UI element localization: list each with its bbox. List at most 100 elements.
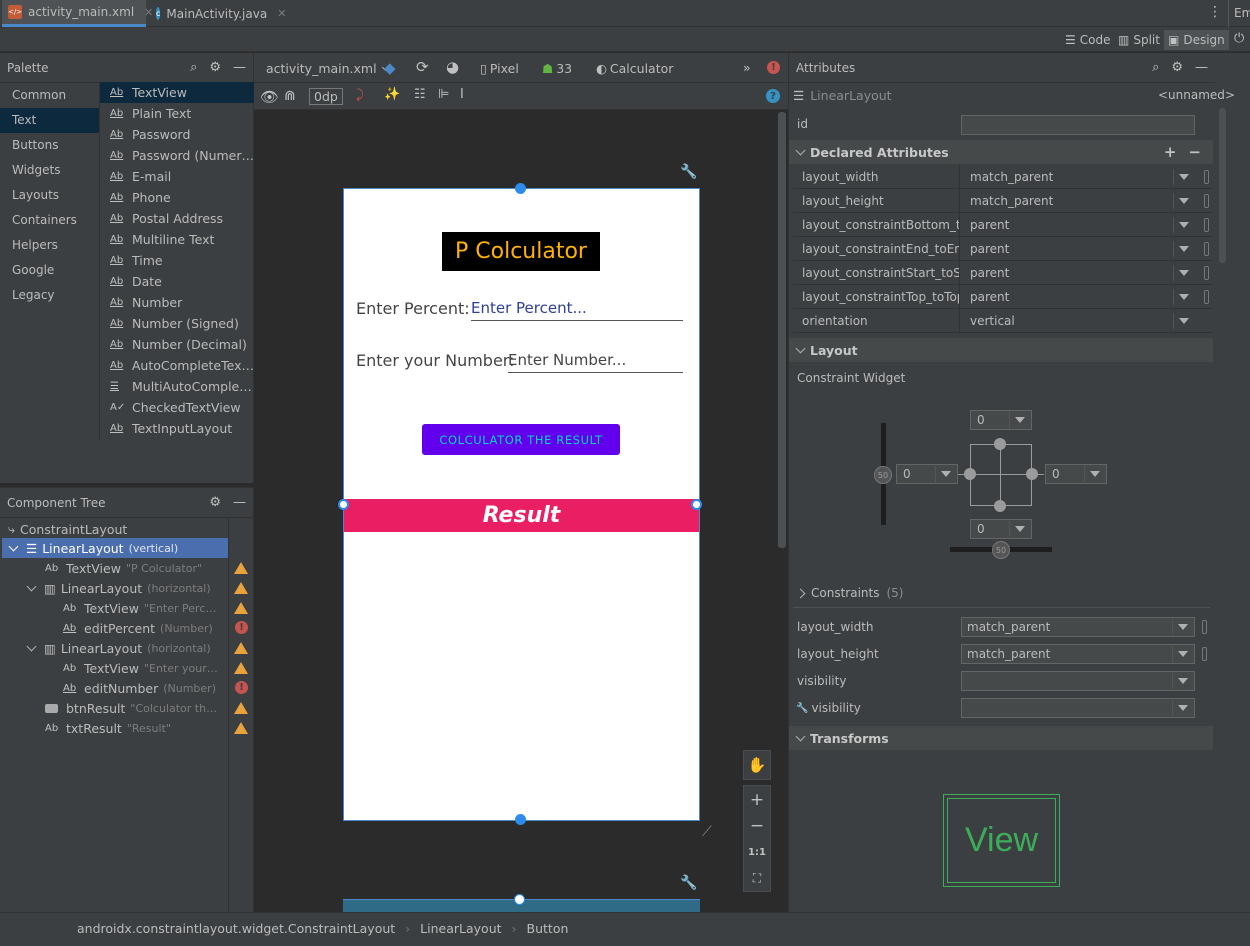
chevron-down-icon[interactable] <box>1172 646 1192 662</box>
attributes-scrollbar[interactable] <box>1219 108 1226 263</box>
minimize-icon[interactable]: — <box>233 60 246 75</box>
palette-item[interactable]: ☰ MultiAutoComple… <box>100 376 254 397</box>
canvas-scrollbar[interactable] <box>778 112 786 548</box>
layout-section[interactable]: Layout <box>789 338 1213 362</box>
guidelines-icon[interactable]: I <box>460 87 464 102</box>
chevron-down-icon[interactable] <box>1009 412 1029 428</box>
chevron-down-icon[interactable] <box>1172 673 1192 689</box>
percent-input[interactable]: Enter Percent... <box>471 299 683 321</box>
tree-row-textview-title[interactable]: Ab TextView "P Colculator" <box>45 558 254 578</box>
chevron-down-icon[interactable] <box>1173 240 1193 257</box>
night-mode-icon[interactable]: ◕ <box>446 58 459 76</box>
chevron-down-icon[interactable] <box>1172 619 1192 635</box>
margin-top-input[interactable]: 0 <box>970 410 1032 430</box>
palette-category[interactable]: Containers <box>0 208 99 233</box>
attr-value[interactable]: vertical <box>959 308 1213 333</box>
tree-row-edit-number[interactable]: Ab editNumber (Number) ! <box>63 678 254 698</box>
tools-visibility-select[interactable] <box>961 698 1195 718</box>
help-icon[interactable]: ? <box>766 89 780 103</box>
tree-row-linearlayout-h2[interactable]: ▥ LinearLayout (horizontal) <box>26 638 254 658</box>
power-icon[interactable]: ⏻ <box>1234 31 1244 46</box>
gear-icon[interactable]: ⚙ <box>209 495 221 510</box>
palette-item[interactable]: Ab Number (Signed) <box>100 313 254 334</box>
margin-bottom-input[interactable]: 0 <box>970 519 1032 539</box>
palette-item[interactable]: Ab Number (Decimal) <box>100 334 254 355</box>
code-view-button[interactable]: ☰ Code <box>1061 30 1115 50</box>
palette-category[interactable]: Helpers <box>0 233 99 258</box>
palette-item[interactable]: Ab Multiline Text <box>100 229 254 250</box>
resource-picker-icon[interactable] <box>1202 647 1207 661</box>
chevron-down-icon[interactable] <box>8 541 19 552</box>
warning-icon[interactable] <box>234 702 248 714</box>
chevron-down-icon[interactable] <box>1173 312 1193 329</box>
attr-value[interactable]: match_parent <box>959 164 1213 189</box>
chevron-down-icon[interactable] <box>1084 466 1104 482</box>
palette-category[interactable]: Google <box>0 258 99 283</box>
palette-category[interactable]: Buttons <box>0 133 99 158</box>
result-text[interactable]: Result <box>344 499 699 532</box>
error-icon[interactable]: ! <box>235 621 248 634</box>
chevron-down-icon[interactable] <box>1173 288 1193 305</box>
tree-row-linearlayout-vertical[interactable]: ☰ LinearLayout (vertical) <box>2 538 228 558</box>
wrench-icon[interactable]: 🔧 <box>680 164 697 180</box>
error-icon[interactable]: ! <box>235 681 248 694</box>
chevron-down-icon[interactable] <box>1172 700 1192 716</box>
vertical-bias-slider[interactable]: 50 <box>874 466 892 484</box>
search-icon[interactable]: ⌕ <box>190 60 197 75</box>
remove-attribute-icon[interactable]: − <box>1188 143 1201 161</box>
margin-left-input[interactable]: 0 <box>896 464 958 484</box>
pan-hand-icon[interactable]: ✋ <box>744 752 770 778</box>
resize-handle-right[interactable] <box>691 499 702 510</box>
palette-item[interactable]: Ab TextInputLayout <box>100 418 254 439</box>
resource-picker-icon[interactable] <box>1204 289 1209 304</box>
search-icon[interactable]: ⌕ <box>1152 60 1159 75</box>
warning-icon[interactable] <box>234 662 248 674</box>
tree-row-textview-percent[interactable]: Ab TextView "Enter Perc… <box>63 598 254 618</box>
align-icon[interactable]: ⊫ <box>438 87 449 102</box>
pack-icon[interactable]: ☷ <box>414 87 426 102</box>
palette-category[interactable]: Widgets <box>0 158 99 183</box>
chevron-down-icon[interactable] <box>935 466 955 482</box>
resource-picker-icon[interactable] <box>1204 193 1209 208</box>
wrench-icon[interactable]: 🔧 <box>680 875 697 891</box>
warning-icon[interactable] <box>234 582 248 594</box>
error-icon[interactable]: ! <box>767 61 780 74</box>
zoom-in-icon[interactable]: + <box>744 787 770 813</box>
palette-category[interactable]: Layouts <box>0 183 99 208</box>
device-selector[interactable]: ▯ Pixel <box>480 61 519 76</box>
constraint-anchor-top[interactable] <box>994 438 1006 450</box>
palette-item[interactable]: Ab Time <box>100 250 254 271</box>
zoom-actual-size-button[interactable]: 1:1 <box>744 839 770 865</box>
palette-category[interactable]: Text <box>0 108 99 133</box>
id-input[interactable] <box>961 115 1195 135</box>
chevron-down-icon[interactable] <box>1173 168 1193 185</box>
more-options-icon[interactable]: ⋮ <box>1208 4 1222 20</box>
add-attribute-icon[interactable]: + <box>1164 143 1177 161</box>
theme-selector[interactable]: ◐ Calculator <box>596 61 673 76</box>
margin-right-input[interactable]: 0 <box>1045 464 1107 484</box>
palette-category[interactable]: Common <box>0 83 99 108</box>
emulator-tab-label[interactable]: Em <box>1234 6 1250 20</box>
palette-item[interactable]: Ab Password (Numer… <box>100 145 254 166</box>
resize-handle-top[interactable] <box>515 183 526 194</box>
design-view-button[interactable]: ▣ Design <box>1164 30 1229 50</box>
calculate-result-button[interactable]: COLCULATOR THE RESULT <box>422 424 620 455</box>
breadcrumb-item[interactable]: androidx.constraintlayout.widget.Constra… <box>77 921 395 936</box>
layout-file-selector[interactable]: activity_main.xml <box>266 61 389 76</box>
tree-row-edit-percent[interactable]: Ab editPercent (Number) ! <box>63 618 254 638</box>
resource-picker-icon[interactable] <box>1204 265 1209 280</box>
declared-attributes-section[interactable]: Declared Attributes + − <box>789 140 1213 164</box>
transforms-section[interactable]: Transforms <box>789 726 1213 750</box>
orientation-icon[interactable]: ⟳ <box>416 58 429 76</box>
layout-height-select[interactable]: match_parent <box>961 644 1195 664</box>
clear-constraints-icon[interactable]: ⤸ <box>356 88 364 103</box>
palette-item[interactable]: Ab Number <box>100 292 254 313</box>
attr-value[interactable]: match_parent <box>959 188 1213 213</box>
app-title[interactable]: P Colculator <box>442 232 600 271</box>
resize-handle-left[interactable] <box>338 499 349 510</box>
chevron-down-icon[interactable] <box>1173 216 1193 233</box>
zoom-to-fit-icon[interactable]: ⛶ <box>744 865 770 891</box>
default-margin-selector[interactable]: 0dp <box>309 88 343 105</box>
attr-value[interactable]: parent <box>959 212 1213 237</box>
attr-value[interactable]: parent <box>959 284 1213 309</box>
